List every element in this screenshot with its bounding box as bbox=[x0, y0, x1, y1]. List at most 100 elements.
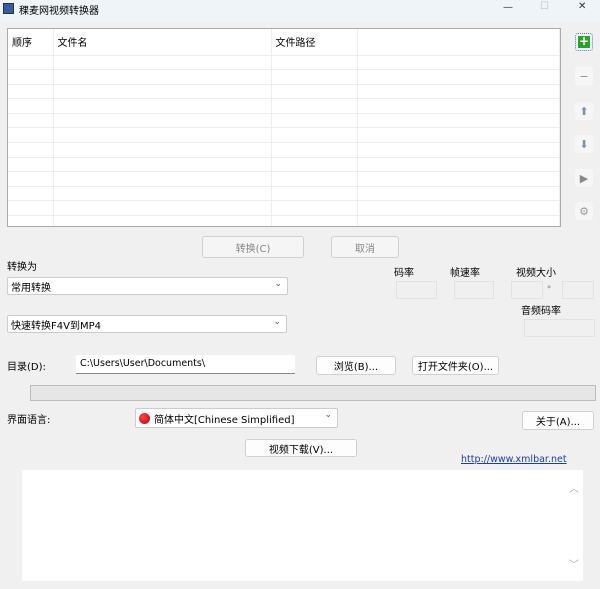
column-header-order[interactable]: 顺序 bbox=[8, 29, 53, 55]
add-file-button[interactable]: + bbox=[575, 33, 593, 51]
log-textarea[interactable]: ︿ ﹀ bbox=[22, 470, 583, 581]
table-cell bbox=[8, 143, 53, 158]
table-cell bbox=[8, 201, 53, 216]
table-cell bbox=[271, 216, 357, 227]
file-table[interactable]: 顺序 文件名 文件路径 bbox=[7, 28, 561, 227]
table-row[interactable] bbox=[8, 84, 560, 99]
language-value: 简体中文[Chinese Simplified] bbox=[154, 411, 295, 426]
table-row[interactable] bbox=[8, 186, 560, 201]
title-bar: 稞麦网视频转换器 — ☐ ✕ bbox=[0, 0, 600, 22]
convert-button[interactable]: 转换(C) bbox=[202, 236, 304, 258]
framerate-label: 帧速率 bbox=[450, 264, 480, 279]
chevron-down-icon: ⌄ bbox=[324, 410, 332, 420]
table-cell bbox=[53, 55, 271, 70]
table-cell bbox=[271, 55, 357, 70]
move-up-button[interactable]: ⬆ bbox=[575, 102, 593, 120]
table-cell bbox=[8, 84, 53, 99]
table-cell bbox=[8, 55, 53, 70]
table-cell bbox=[271, 201, 357, 216]
table-cell bbox=[53, 143, 271, 158]
table-cell bbox=[8, 70, 53, 85]
gear-icon: ⚙ bbox=[579, 205, 589, 218]
audio-bitrate-input[interactable] bbox=[524, 319, 595, 337]
preset-value: 快速转换F4V到MP4 bbox=[11, 317, 101, 332]
minimize-button[interactable]: — bbox=[503, 2, 513, 13]
table-cell bbox=[271, 172, 357, 187]
remove-file-button[interactable]: − bbox=[575, 67, 593, 85]
table-row[interactable] bbox=[8, 201, 560, 216]
table-cell bbox=[53, 201, 271, 216]
table-cell bbox=[271, 143, 357, 158]
table-row[interactable] bbox=[8, 70, 560, 85]
table-cell bbox=[357, 216, 560, 227]
table-cell bbox=[271, 157, 357, 172]
cancel-button[interactable]: 取消 bbox=[331, 236, 399, 258]
video-size-label: 视频大小 bbox=[516, 264, 556, 279]
table-cell bbox=[271, 113, 357, 128]
category-select[interactable]: 常用转换⌄ bbox=[7, 277, 288, 295]
table-cell bbox=[357, 99, 560, 114]
table-cell bbox=[357, 143, 560, 158]
close-button[interactable]: ✕ bbox=[578, 1, 586, 12]
table-row[interactable] bbox=[8, 157, 560, 172]
table-cell bbox=[8, 216, 53, 227]
table-cell bbox=[271, 186, 357, 201]
table-row[interactable] bbox=[8, 113, 560, 128]
table-cell bbox=[357, 70, 560, 85]
column-header-filename[interactable]: 文件名 bbox=[53, 29, 271, 55]
play-button[interactable]: ▶ bbox=[575, 169, 593, 187]
progress-bar bbox=[30, 385, 596, 401]
window-title: 稞麦网视频转换器 bbox=[19, 2, 99, 17]
chevron-down-icon: ⌄ bbox=[274, 279, 282, 289]
video-width-input[interactable] bbox=[511, 281, 543, 299]
table-cell bbox=[271, 99, 357, 114]
table-cell bbox=[53, 128, 271, 143]
scroll-down-icon[interactable]: ﹀ bbox=[569, 556, 579, 571]
table-cell bbox=[8, 172, 53, 187]
move-down-button[interactable]: ⬇ bbox=[575, 135, 593, 153]
table-cell bbox=[357, 201, 560, 216]
website-link[interactable]: http://www.xmlbar.net bbox=[461, 454, 567, 465]
table-row[interactable] bbox=[8, 128, 560, 143]
settings-button[interactable]: ⚙ bbox=[575, 202, 593, 220]
language-select[interactable]: 简体中文[Chinese Simplified] ⌄ bbox=[135, 408, 338, 428]
table-cell bbox=[53, 99, 271, 114]
table-row[interactable] bbox=[8, 143, 560, 158]
scroll-up-icon[interactable]: ︿ bbox=[569, 480, 579, 495]
directory-input[interactable]: C:\Users\User\Documents\ bbox=[76, 355, 295, 374]
video-height-input[interactable] bbox=[562, 281, 594, 299]
table-cell bbox=[271, 128, 357, 143]
plus-icon: + bbox=[578, 36, 590, 48]
table-cell bbox=[53, 172, 271, 187]
table-cell bbox=[8, 113, 53, 128]
table-cell bbox=[357, 128, 560, 143]
china-flag-icon bbox=[139, 413, 150, 424]
bitrate-input[interactable] bbox=[396, 281, 437, 299]
table-cell bbox=[53, 70, 271, 85]
language-label: 界面语言: bbox=[7, 411, 50, 426]
browse-button[interactable]: 浏览(B)... bbox=[316, 356, 396, 375]
directory-value: C:\Users\User\Documents\ bbox=[80, 358, 205, 369]
table-row[interactable] bbox=[8, 99, 560, 114]
table-cell bbox=[271, 70, 357, 85]
table-cell bbox=[8, 186, 53, 201]
convert-to-label: 转换为 bbox=[7, 258, 37, 273]
arrow-up-icon: ⬆ bbox=[579, 105, 588, 118]
about-button[interactable]: 关于(A)... bbox=[522, 411, 594, 430]
play-icon: ▶ bbox=[580, 172, 588, 185]
minus-icon: − bbox=[579, 70, 588, 83]
table-cell bbox=[357, 84, 560, 99]
framerate-input[interactable] bbox=[454, 281, 494, 299]
app-icon bbox=[3, 3, 14, 14]
table-cell bbox=[53, 216, 271, 227]
table-cell bbox=[357, 55, 560, 70]
table-cell bbox=[53, 84, 271, 99]
open-folder-button[interactable]: 打开文件夹(O)... bbox=[412, 356, 499, 375]
table-row[interactable] bbox=[8, 216, 560, 227]
column-header-path[interactable]: 文件路径 bbox=[271, 29, 357, 55]
maximize-button[interactable]: ☐ bbox=[540, 1, 549, 12]
video-download-button[interactable]: 视频下载(V)... bbox=[245, 439, 357, 457]
preset-select[interactable]: 快速转换F4V到MP4⌄ bbox=[7, 315, 287, 333]
table-row[interactable] bbox=[8, 172, 560, 187]
table-row[interactable] bbox=[8, 55, 560, 70]
